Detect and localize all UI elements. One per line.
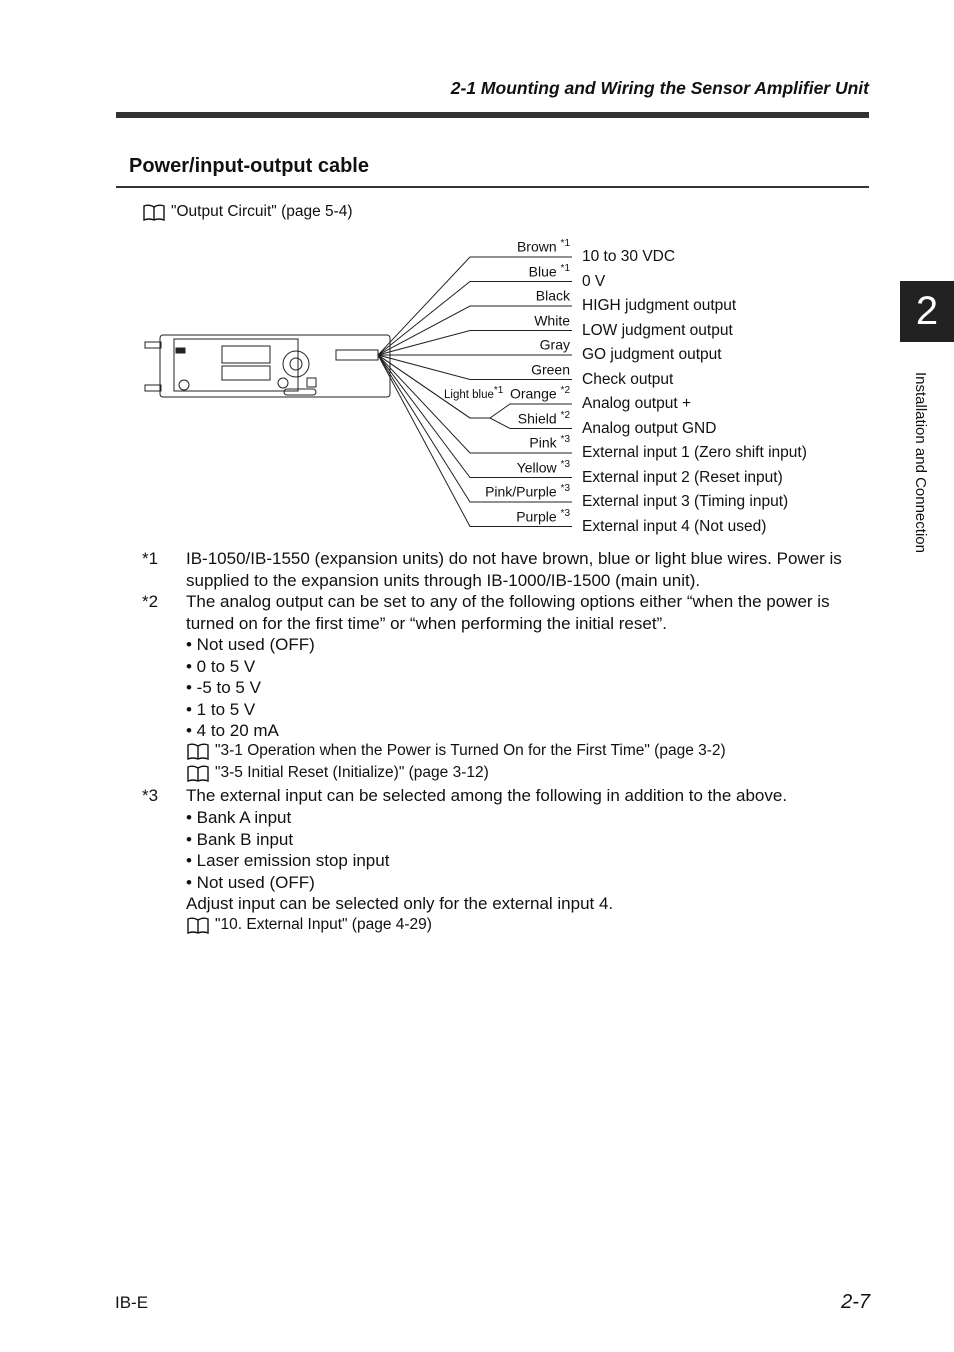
note3-extra: Adjust input can be selected only for th… <box>186 894 614 913</box>
book-icon <box>187 765 209 782</box>
wire-function-label: 0 V <box>582 272 606 290</box>
note3-bullets: • Bank A input • Bank B input • Laser em… <box>186 807 876 915</box>
wire-color-label: White <box>534 312 570 329</box>
wire-color-label: Purple *3 <box>516 507 570 525</box>
bullet: • Bank B input <box>186 829 294 849</box>
wire-color-label: Green <box>531 361 570 378</box>
wire-color-label: Brown *1 <box>516 238 570 255</box>
bullet: • 1 to 5 V <box>186 699 256 719</box>
note3-text: The external input can be selected among… <box>186 786 788 805</box>
bullet: • -5 to 5 V <box>186 678 261 697</box>
note2-mark: *2 <box>142 592 159 611</box>
note1-mark: *1 <box>142 549 159 568</box>
wire-function-label: LOW judgment output <box>582 321 733 339</box>
wire-color-label: Gray <box>539 336 570 353</box>
wire-function-label: 10 to 30 VDC <box>582 248 676 265</box>
wire-color-label: Shield *2 <box>517 409 570 427</box>
bullet: • Not used (OFF) <box>186 635 315 654</box>
wire-function-label: Analog output GND <box>582 419 717 437</box>
wire-color-label: Yellow *3 <box>516 458 570 476</box>
footer-manual-id: IB-E <box>115 1293 149 1312</box>
wiring-diagram <box>144 256 572 527</box>
book-icon <box>187 917 209 934</box>
wire-function-label: External input 3 (Timing input) <box>582 493 789 510</box>
wire-function-label: External input 4 (Not used) <box>582 517 767 535</box>
ref-text: "3-1 Operation when the Power is Turned … <box>215 742 726 759</box>
note2-text: The analog output can be set to any of t… <box>186 592 830 633</box>
ref-first-time[interactable]: "3-1 Operation when the Power is Turned … <box>187 742 726 760</box>
wire-function-label: External input 2 (Reset input) <box>582 468 783 486</box>
ref-external-input[interactable]: "10. External Input" (page 4-29) <box>187 916 432 934</box>
bullet: • 0 to 5 V <box>186 656 256 676</box>
light-blue-label: Light blue*1 <box>444 385 504 401</box>
wire-function-label: External input 1 (Zero shift input) <box>582 444 807 461</box>
bullet: • Bank A input <box>186 808 292 827</box>
note2-bullets: • Not used (OFF) • 0 to 5 V • -5 to 5 V … <box>186 634 876 742</box>
ref-initial-reset[interactable]: "3-5 Initial Reset (Initialize)" (page 3… <box>187 764 489 782</box>
wire-function-label: HIGH judgment output <box>582 297 737 314</box>
amplifier-unit-drawing <box>144 334 391 398</box>
manual-page: { "header":{"section":"2-1 Mounting and … <box>0 0 954 1352</box>
bullet: • 4 to 20 mA <box>186 721 279 740</box>
wire-function-label: GO judgment output <box>582 346 722 363</box>
wire-color-label: Blue *1 <box>528 262 570 280</box>
note3-mark: *3 <box>142 786 159 805</box>
note1-text: IB-1050/IB-1550 (expansion units) do not… <box>186 549 842 590</box>
wire-color-label: Pink/Purple *3 <box>485 483 570 500</box>
bullet: • Laser emission stop input <box>186 851 390 870</box>
wire-color-label: Pink *3 <box>529 434 570 451</box>
ref-text: "3-5 Initial Reset (Initialize)" (page 3… <box>215 764 489 781</box>
ref-text: "10. External Input" (page 4-29) <box>215 916 432 933</box>
wire-color-label: Black <box>535 287 570 304</box>
book-icon <box>187 743 209 760</box>
cable <box>335 349 379 361</box>
bullet: • Not used (OFF) <box>186 872 315 892</box>
wire-function-label: Check output <box>582 370 674 388</box>
wire-function-label: Analog output + <box>582 395 692 412</box>
page-number: 2-7 <box>841 1291 870 1313</box>
